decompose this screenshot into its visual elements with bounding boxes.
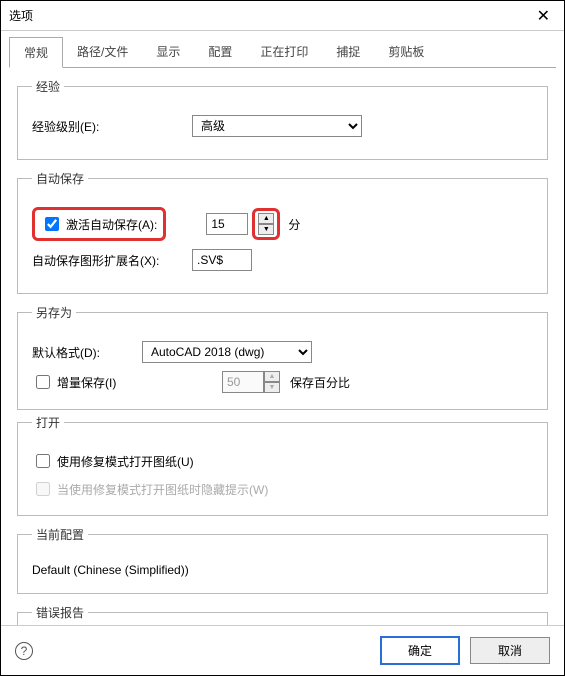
tab-clipboard[interactable]: 剪贴板	[374, 37, 438, 67]
highlight-autosave-spin: ▲ ▼	[252, 208, 280, 240]
label-open-repair: 使用修复模式打开图纸(U)	[57, 453, 194, 470]
input-autosave-interval[interactable]	[206, 213, 248, 235]
label-default-format: 默认格式(D):	[32, 344, 142, 361]
checkbox-open-repair[interactable]	[36, 454, 50, 468]
tab-snap[interactable]: 捕捉	[322, 37, 374, 67]
incremental-down: ▼	[264, 382, 280, 393]
tab-paths[interactable]: 路径/文件	[63, 37, 142, 67]
input-incremental-percent	[222, 371, 264, 393]
group-autosave: 自动保存 激活自动保存(A): ▲ ▼	[17, 170, 548, 294]
checkbox-activate-autosave[interactable]	[45, 217, 59, 231]
close-icon[interactable]: ✕	[531, 6, 556, 26]
spinner-autosave-interval	[206, 213, 248, 235]
legend-open: 打开	[32, 414, 64, 431]
group-experience: 经验 经验级别(E): 高级	[17, 78, 548, 160]
cancel-button[interactable]: 取消	[470, 637, 550, 664]
legend-saveas: 另存为	[32, 304, 76, 321]
label-activate-autosave: 激活自动保存(A):	[66, 216, 157, 233]
label-autosave-ext: 自动保存图形扩展名(X):	[32, 252, 192, 269]
value-current-profile: Default (Chinese (Simplified))	[32, 563, 189, 577]
input-autosave-ext[interactable]	[192, 249, 252, 271]
group-profile: 当前配置 Default (Chinese (Simplified))	[17, 526, 548, 594]
legend-experience: 经验	[32, 78, 64, 95]
ok-button[interactable]: 确定	[380, 636, 460, 665]
label-incremental-save: 增量保存(I)	[57, 374, 116, 391]
label-autosave-unit: 分	[288, 216, 300, 233]
window-title: 选项	[9, 7, 531, 24]
combo-experience-level[interactable]: 高级	[192, 115, 362, 137]
legend-error-report: 错误报告	[32, 604, 88, 621]
help-icon[interactable]: ?	[15, 642, 33, 660]
group-saveas: 另存为 默认格式(D): AutoCAD 2018 (dwg) 增量保存(I) …	[17, 304, 548, 410]
highlight-activate-autosave: 激活自动保存(A):	[32, 207, 166, 241]
checkbox-incremental-save[interactable]	[36, 375, 50, 389]
tab-config[interactable]: 配置	[194, 37, 246, 67]
spinner-incremental-percent: ▲ ▼	[222, 371, 280, 393]
incremental-up: ▲	[264, 371, 280, 382]
legend-autosave: 自动保存	[32, 170, 88, 187]
group-open: 打开 使用修复模式打开图纸(U) 当使用修复模式打开图纸时隐藏提示(W)	[17, 414, 548, 516]
label-experience-level: 经验级别(E):	[32, 118, 192, 135]
label-save-percent: 保存百分比	[290, 374, 350, 391]
tab-display[interactable]: 显示	[142, 37, 194, 67]
combo-default-format[interactable]: AutoCAD 2018 (dwg)	[142, 341, 312, 363]
tab-printing[interactable]: 正在打印	[246, 37, 322, 67]
autosave-interval-up[interactable]: ▲	[258, 213, 274, 224]
legend-profile: 当前配置	[32, 526, 88, 543]
checkbox-hide-repair-hint	[36, 482, 50, 496]
autosave-interval-down[interactable]: ▼	[258, 224, 274, 235]
label-hide-repair-hint: 当使用修复模式打开图纸时隐藏提示(W)	[57, 481, 268, 498]
tab-bar: 常规 路径/文件 显示 配置 正在打印 捕捉 剪贴板	[9, 37, 556, 68]
tab-general[interactable]: 常规	[9, 37, 63, 68]
group-error-report: 错误报告 禁用错误报告(R) 生成完整报告(G)	[17, 604, 548, 625]
